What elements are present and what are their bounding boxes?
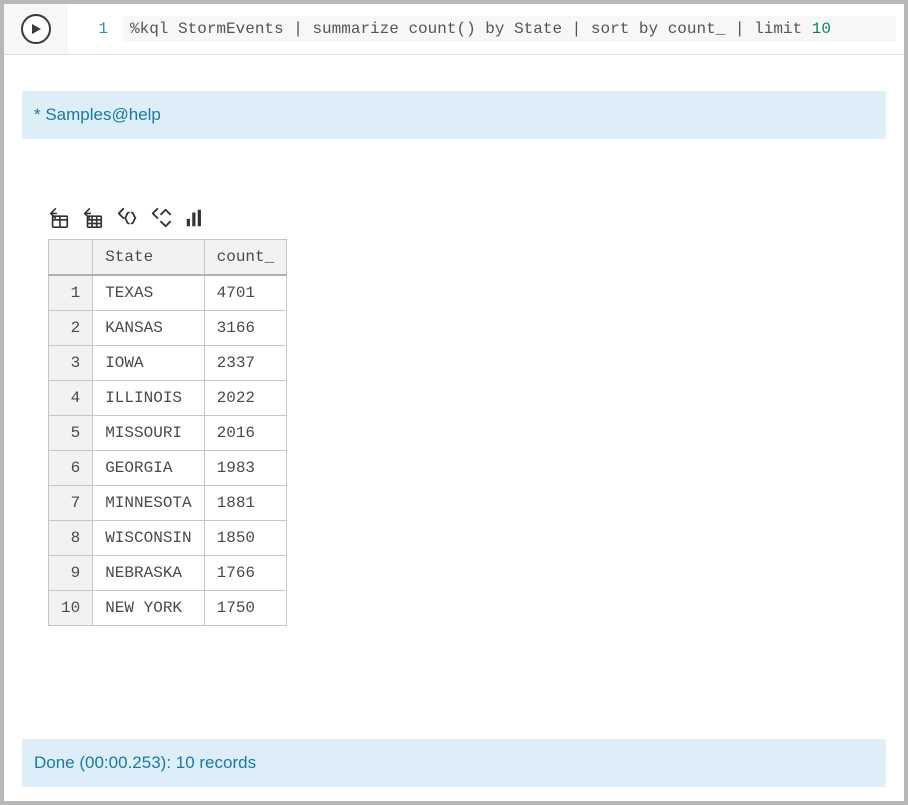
cell-count: 4701: [204, 275, 287, 311]
output-container: * Samples@help: [4, 55, 904, 801]
table-row: 8WISCONSIN1850: [49, 521, 287, 556]
context-banner: * Samples@help: [22, 91, 886, 139]
table-row: 9NEBRASKA1766: [49, 556, 287, 591]
row-index: 5: [49, 416, 93, 451]
expand-icon[interactable]: [150, 207, 172, 229]
cell-state: MISSOURI: [93, 416, 204, 451]
context-banner-text: * Samples@help: [34, 105, 161, 124]
code-limit: 10: [812, 20, 831, 38]
output-area: State count_ 1TEXAS47012KANSAS31663IOWA2…: [4, 139, 904, 636]
brace-icon[interactable]: [116, 207, 138, 229]
row-index: 6: [49, 451, 93, 486]
cell-count: 3166: [204, 311, 287, 346]
cell-state: NEBRASKA: [93, 556, 204, 591]
cell-count: 2337: [204, 346, 287, 381]
run-button[interactable]: [21, 14, 51, 44]
cell-state: TEXAS: [93, 275, 204, 311]
row-index: 8: [49, 521, 93, 556]
row-index: 3: [49, 346, 93, 381]
table-row: 6GEORGIA1983: [49, 451, 287, 486]
code-magic: %kql: [130, 20, 168, 38]
table-row: 7MINNESOTA1881: [49, 486, 287, 521]
cell-count: 1850: [204, 521, 287, 556]
table-header: State count_: [49, 240, 287, 276]
col-state[interactable]: State: [93, 240, 204, 276]
cell-count: 2016: [204, 416, 287, 451]
col-count[interactable]: count_: [204, 240, 287, 276]
cell-state: WISCONSIN: [93, 521, 204, 556]
line-number: 1: [76, 20, 122, 38]
table-body: 1TEXAS47012KANSAS31663IOWA23374ILLINOIS2…: [49, 275, 287, 626]
table-row: 4ILLINOIS2022: [49, 381, 287, 416]
col-index[interactable]: [49, 240, 93, 276]
code-row: 1 %kql StormEvents | summarize count() b…: [4, 4, 904, 55]
code-query: StormEvents | summarize count() by State…: [178, 20, 812, 38]
row-index: 10: [49, 591, 93, 626]
cell-count: 1750: [204, 591, 287, 626]
refresh-grid-icon[interactable]: [82, 207, 104, 229]
code-editor[interactable]: 1 %kql StormEvents | summarize count() b…: [68, 4, 904, 54]
row-index: 2: [49, 311, 93, 346]
cell-state: KANSAS: [93, 311, 204, 346]
row-index: 4: [49, 381, 93, 416]
cell-state: GEORGIA: [93, 451, 204, 486]
table-row: 10NEW YORK1750: [49, 591, 287, 626]
status-text: Done (00:00.253): 10 records: [34, 753, 256, 772]
play-icon: [30, 23, 42, 35]
row-index: 7: [49, 486, 93, 521]
cell-count: 1881: [204, 486, 287, 521]
table-row: 2KANSAS3166: [49, 311, 287, 346]
run-gutter: [4, 4, 68, 54]
table-row: 5MISSOURI2016: [49, 416, 287, 451]
result-toolbar: [48, 207, 860, 229]
row-index: 1: [49, 275, 93, 311]
cell-state: IOWA: [93, 346, 204, 381]
cell-count: 1766: [204, 556, 287, 591]
table-row: 3IOWA2337: [49, 346, 287, 381]
chart-icon[interactable]: [184, 207, 206, 229]
cell-count: 2022: [204, 381, 287, 416]
spacer: [4, 636, 904, 739]
cell-count: 1983: [204, 451, 287, 486]
code-content: %kql StormEvents | summarize count() by …: [122, 16, 896, 42]
refresh-table-icon[interactable]: [48, 207, 70, 229]
cell-state: ILLINOIS: [93, 381, 204, 416]
row-index: 9: [49, 556, 93, 591]
status-banner: Done (00:00.253): 10 records: [22, 739, 886, 787]
cell-state: NEW YORK: [93, 591, 204, 626]
notebook-cell: 1 %kql StormEvents | summarize count() b…: [4, 4, 904, 801]
result-table: State count_ 1TEXAS47012KANSAS31663IOWA2…: [48, 239, 287, 626]
table-row: 1TEXAS4701: [49, 275, 287, 311]
cell-state: MINNESOTA: [93, 486, 204, 521]
